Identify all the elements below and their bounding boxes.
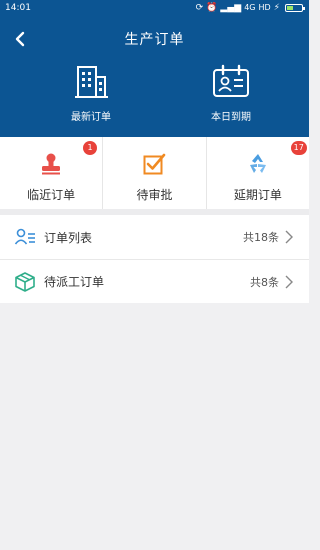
header-bar: 14:01 ⟳ ⏰ ▂▄▆ 4G HD ⚡ 生产订单 最新订单 本日到期	[0, 0, 309, 137]
box-icon	[14, 271, 36, 293]
hd-indicator: HD	[258, 3, 271, 12]
order-menu-list: 订单列表 共18条 待派工订单 共8条	[0, 215, 309, 303]
due-today-button[interactable]: 本日到期	[176, 64, 286, 126]
recycle-icon	[245, 151, 271, 177]
quick-actions: 临近订单 1 待审批 延期订单 17	[0, 137, 309, 209]
id-card-icon	[211, 64, 251, 100]
checkbox-icon	[141, 151, 167, 177]
building-icon	[71, 64, 111, 100]
notification-badge: 17	[290, 141, 307, 155]
status-bar: 14:01 ⟳ ⏰ ▂▄▆ 4G HD ⚡	[0, 0, 309, 20]
due-today-label: 本日到期	[211, 112, 251, 123]
pending-dispatch-count: 共8条	[250, 275, 279, 289]
signal-icon: ▂▄▆	[220, 3, 242, 13]
pending-approval-label: 待审批	[136, 188, 173, 202]
delayed-orders-button[interactable]: 延期订单 17	[207, 137, 309, 209]
pending-dispatch-row[interactable]: 待派工订单 共8条	[0, 259, 309, 303]
order-list-label: 订单列表	[44, 230, 93, 245]
sync-icon: ⟳	[195, 3, 204, 13]
nearby-orders-button[interactable]: 临近订单 1	[0, 137, 104, 209]
order-list-count: 共18条	[243, 231, 279, 244]
alarm-icon: ⏰	[206, 3, 218, 13]
user-list-icon	[14, 226, 36, 248]
network-type: 4G	[244, 3, 256, 12]
nearby-orders-label: 临近订单	[27, 188, 76, 202]
order-list-row[interactable]: 订单列表 共18条	[0, 215, 309, 259]
pending-approval-button[interactable]: 待审批	[103, 137, 207, 209]
notification-badge: 1	[83, 141, 97, 155]
status-icons: ⟳ ⏰ ▂▄▆ 4G HD ⚡	[195, 3, 305, 13]
stamp-icon	[38, 151, 64, 177]
latest-orders-button[interactable]: 最新订单	[36, 64, 146, 126]
latest-orders-label: 最新订单	[71, 112, 111, 123]
battery-icon	[285, 4, 305, 12]
chevron-right-icon	[285, 230, 295, 244]
delayed-orders-label: 延期订单	[233, 188, 282, 202]
pending-dispatch-label: 待派工订单	[44, 275, 105, 289]
status-time: 14:01	[5, 3, 31, 13]
chevron-right-icon	[285, 275, 295, 289]
charging-icon: ⚡	[273, 3, 280, 13]
page-title: 生产订单	[124, 32, 185, 48]
